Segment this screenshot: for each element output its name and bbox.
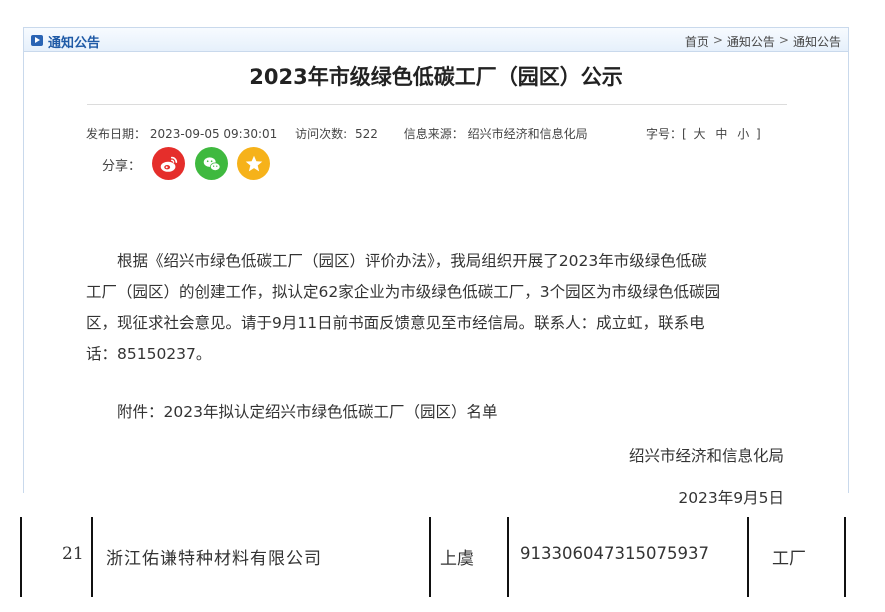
breadcrumb-notices[interactable]: 通知公告 — [727, 33, 775, 50]
table-border — [91, 517, 93, 597]
publish-date-label: 发布日期： — [86, 127, 147, 141]
share-label: 分享： — [102, 159, 142, 174]
font-size-label: 字号：[ — [646, 127, 687, 141]
play-arrow-icon — [31, 35, 43, 46]
table-border — [507, 517, 509, 597]
article-panel: 通知公告 首页 > 通知公告 > 通知公告 2023年市级绿色低碳工厂（园区）公… — [23, 27, 849, 507]
source-label: 信息来源： — [403, 127, 464, 141]
breadcrumb-separator: > — [712, 33, 723, 47]
wechat-icon — [203, 156, 220, 171]
signature-org: 绍兴市经济和信息化局 — [628, 447, 784, 465]
font-size-large[interactable]: 大 — [694, 127, 706, 141]
table-border — [20, 517, 22, 597]
paragraph-line: 区，现征求社会意见。请于9月11日前书面反馈意见至市经信局。联系人：成立虹，联系… — [86, 314, 705, 332]
row-index: 21 — [62, 544, 84, 564]
article-body: 根据《绍兴市绿色低碳工厂（园区）评价办法》，我局组织开展了2023年市级绿色低碳… — [86, 246, 786, 370]
table-border — [747, 517, 749, 597]
source-value: 绍兴市经济和信息化局 — [467, 127, 588, 141]
weibo-icon — [160, 156, 177, 172]
visit-count: 522 — [355, 127, 378, 141]
font-size-medium[interactable]: 中 — [715, 127, 727, 141]
panel-header: 通知公告 首页 > 通知公告 > 通知公告 — [24, 28, 848, 52]
publish-date: 2023-09-05 09:30:01 — [149, 127, 278, 141]
visits-label: 访问次数: — [295, 127, 348, 141]
attachment-link[interactable]: 附件：2023年拟认定绍兴市绿色低碳工厂（园区）名单 — [117, 400, 497, 422]
favorite-star-icon — [245, 155, 262, 171]
table-border — [429, 517, 431, 597]
title-divider — [87, 104, 787, 105]
entity-type: 工厂 — [772, 549, 806, 569]
breadcrumb: 首页 > 通知公告 > 通知公告 — [685, 33, 841, 50]
credit-code: 913306047315075937 — [520, 544, 709, 563]
share-weibo-button[interactable] — [152, 147, 185, 180]
article-title: 2023年市级绿色低碳工厂（园区）公示 — [249, 65, 623, 89]
paragraph-line: 工厂（园区）的创建工作，拟认定62家企业为市级绿色低碳工厂，3个园区为市级绿色低… — [86, 283, 721, 301]
article-meta: 发布日期： 2023-09-05 09:30:01 访问次数: 522 信息来源… — [86, 125, 588, 142]
table-row: 21 浙江佑谦特种材料有限公司 上虞 913306047315075937 工厂 — [20, 517, 846, 597]
share-favorite-button[interactable] — [237, 147, 270, 180]
font-size-small[interactable]: 小 — [737, 127, 749, 141]
breadcrumb-home[interactable]: 首页 — [685, 33, 709, 50]
breadcrumb-current[interactable]: 通知公告 — [793, 33, 841, 50]
paragraph-line: 话：85150237。 — [86, 345, 212, 363]
share-wechat-button[interactable] — [195, 147, 228, 180]
region: 上虞 — [440, 549, 474, 569]
paragraph-line: 根据《绍兴市绿色低碳工厂（园区）评价办法》，我局组织开展了2023年市级绿色低碳 — [117, 252, 707, 270]
breadcrumb-separator: > — [778, 33, 789, 47]
signature-date: 2023年9月5日 — [678, 489, 784, 507]
table-border — [844, 517, 846, 597]
font-size-control: 字号：[ 大 中 小 ] — [646, 125, 761, 142]
font-size-close: ] — [756, 127, 761, 141]
company-name: 浙江佑谦特种材料有限公司 — [106, 549, 322, 569]
section-title: 通知公告 — [48, 36, 101, 51]
